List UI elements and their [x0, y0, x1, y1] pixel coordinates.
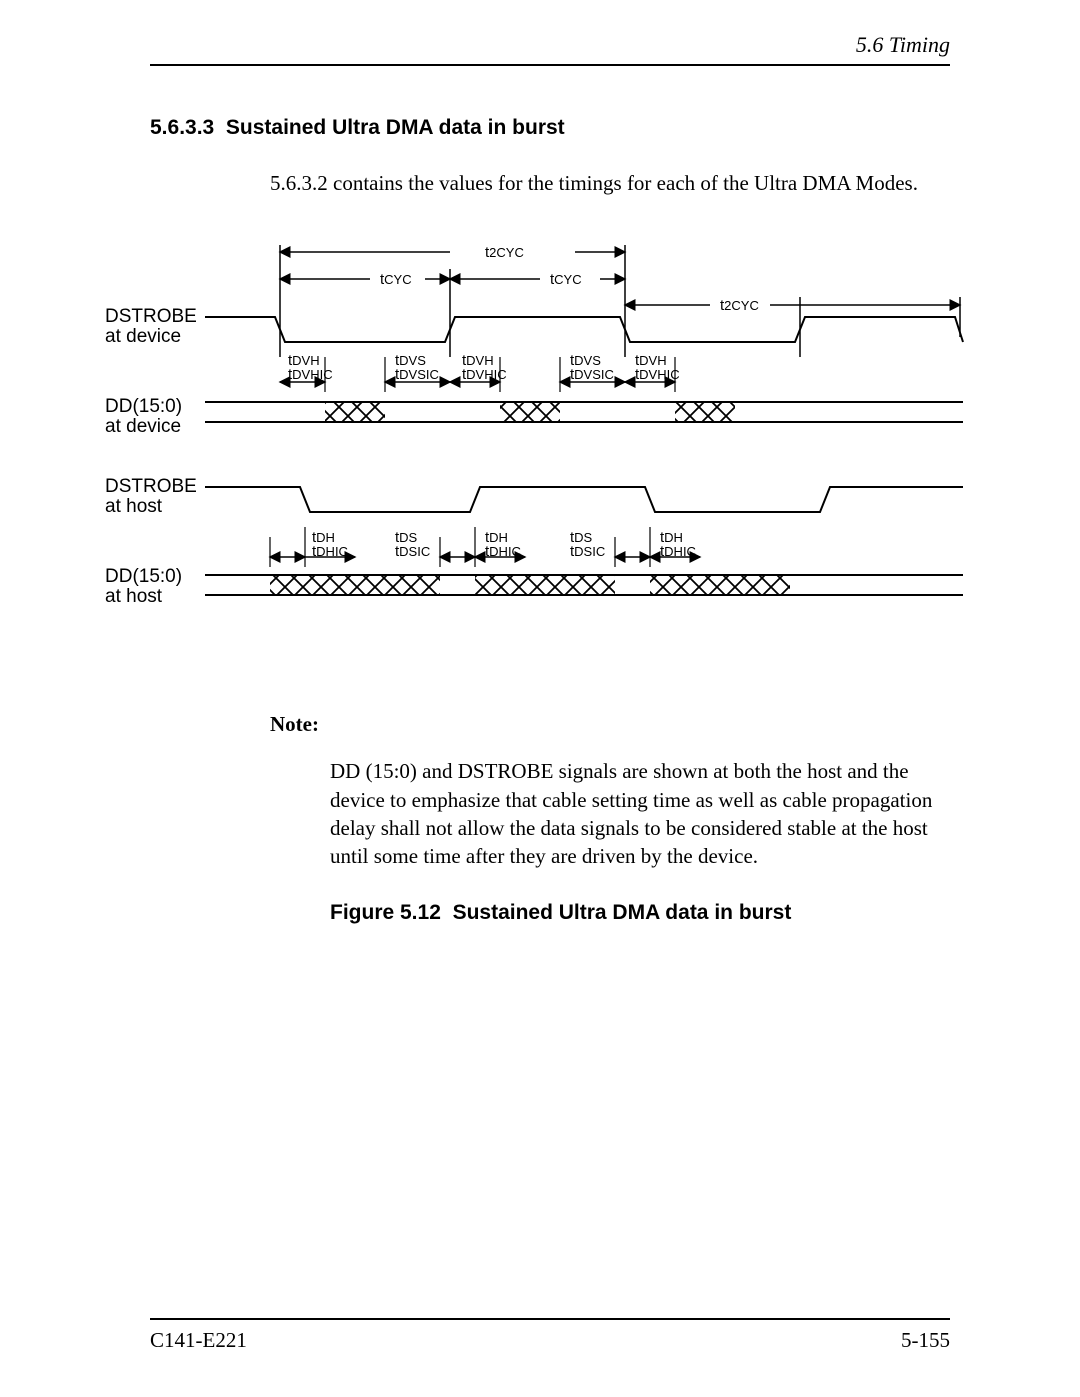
svg-text:tCYC: tCYC	[380, 271, 412, 288]
svg-text:tDVSIC: tDVSIC	[570, 366, 614, 383]
svg-text:tCYC: tCYC	[550, 271, 582, 288]
header-section-label: 5.6 Timing	[856, 32, 950, 57]
header-rule	[150, 64, 950, 66]
svg-text:tDHIC: tDHIC	[660, 543, 696, 560]
svg-text:tDVHIC: tDVHIC	[288, 366, 333, 383]
section-number: 5.6.3.3	[150, 116, 214, 139]
dstrobe-host-label: DSTROBE at host	[105, 476, 202, 517]
footer-left: C141-E221	[150, 1328, 247, 1353]
intro-text: 5.6.3.2 contains the values for the timi…	[270, 170, 950, 197]
page: 5.6 Timing 5.6.3.3 Sustained Ultra DMA d…	[0, 0, 1080, 1397]
svg-text:tDSIC: tDSIC	[395, 543, 430, 560]
dd-host-label: DD(15:0) at host	[105, 566, 187, 607]
note-label: Note:	[270, 712, 950, 737]
svg-text:tDVSIC: tDVSIC	[395, 366, 439, 383]
figure-label: Figure 5.12	[330, 901, 441, 924]
timing-diagram: t2CYC tCYC tCYC t2CYC DSTROBE at device	[105, 227, 950, 662]
dstrobe-device-label: DSTROBE at device	[105, 306, 202, 347]
figure-title: Sustained Ultra DMA data in burst	[453, 901, 792, 924]
svg-text:tDVHIC: tDVHIC	[462, 366, 507, 383]
svg-text:t2CYC: t2CYC	[485, 244, 524, 261]
svg-text:tDHIC: tDHIC	[485, 543, 521, 560]
dd-device-label: DD(15:0) at device	[105, 396, 187, 437]
svg-text:t2CYC: t2CYC	[720, 297, 759, 314]
svg-text:tDVHIC: tDVHIC	[635, 366, 680, 383]
section-heading: 5.6.3.3 Sustained Ultra DMA data in burs…	[150, 116, 950, 140]
note-body: DD (15:0) and DSTROBE signals are shown …	[330, 757, 950, 870]
section-title: Sustained Ultra DMA data in burst	[226, 116, 565, 139]
page-header: 5.6 Timing	[150, 32, 950, 64]
footer-right: 5-155	[901, 1328, 950, 1353]
figure-caption: Figure 5.12 Sustained Ultra DMA data in …	[330, 901, 950, 925]
svg-text:tDSIC: tDSIC	[570, 543, 605, 560]
page-footer: C141-E221 5-155	[150, 1318, 950, 1353]
